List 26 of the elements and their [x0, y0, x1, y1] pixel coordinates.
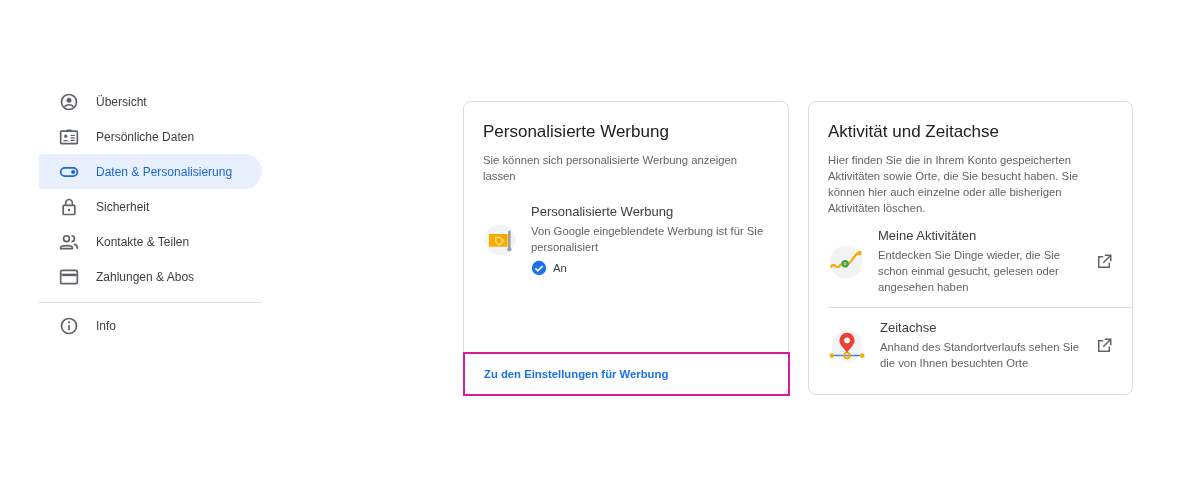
sidebar-item[interactable]: Übersicht [39, 84, 262, 119]
setting-title: Personalisierte Werbung [531, 204, 675, 219]
sidebar-item[interactable]: Daten & Personalisierung [39, 154, 262, 189]
tag-wrench-icon [483, 223, 517, 257]
external-link-icon[interactable] [1095, 336, 1113, 355]
entry-description: Anhand des Standortverlaufs sehen Sie die von Ihnen besuchten Orte [880, 340, 1081, 371]
settings-link[interactable]: Zu den Einstellungen für Werbung [484, 368, 669, 380]
sidebar-item[interactable]: Sicherheit [39, 189, 262, 224]
info-icon [59, 315, 79, 336]
entry-title: Zeitachse [880, 320, 938, 335]
external-link-icon[interactable] [1095, 252, 1113, 271]
sidebar-item[interactable]: Kontakte & Teilen [39, 224, 262, 259]
status-text: An [553, 262, 567, 274]
sidebar-item[interactable]: Info [39, 308, 262, 343]
card-description: Hier finden Sie die in Ihrem Konto gespeicherten Aktivitäten sowie Orte, die Sie besucht haben. Sie können hier auch einzelne oder alle bisherigen Aktivitäten löschen. [828, 153, 1079, 216]
lock-icon [59, 196, 79, 217]
card-title: Personalisierte Werbung [483, 122, 670, 142]
activity-graph-icon [828, 243, 864, 280]
entry-description: Entdecken Sie Dinge wieder, die Sie schon einmal gesucht, gelesen oder angesehen haben [878, 248, 1062, 295]
sidebar-item[interactable]: Persönliche Daten [39, 119, 262, 154]
account-circle-icon [59, 91, 79, 112]
setting-description: Von Google eingeblendete Werbung ist für Sie personalisiert [531, 224, 765, 255]
entry-title: Meine Aktivitäten [878, 228, 978, 243]
card-description: Sie können sich personalisierte Werbung anzeigen lassen [483, 153, 739, 184]
sidebar-item[interactable]: Zahlungen & Abos [39, 259, 262, 294]
card-title: Aktivität und Zeitachse [828, 122, 1001, 142]
